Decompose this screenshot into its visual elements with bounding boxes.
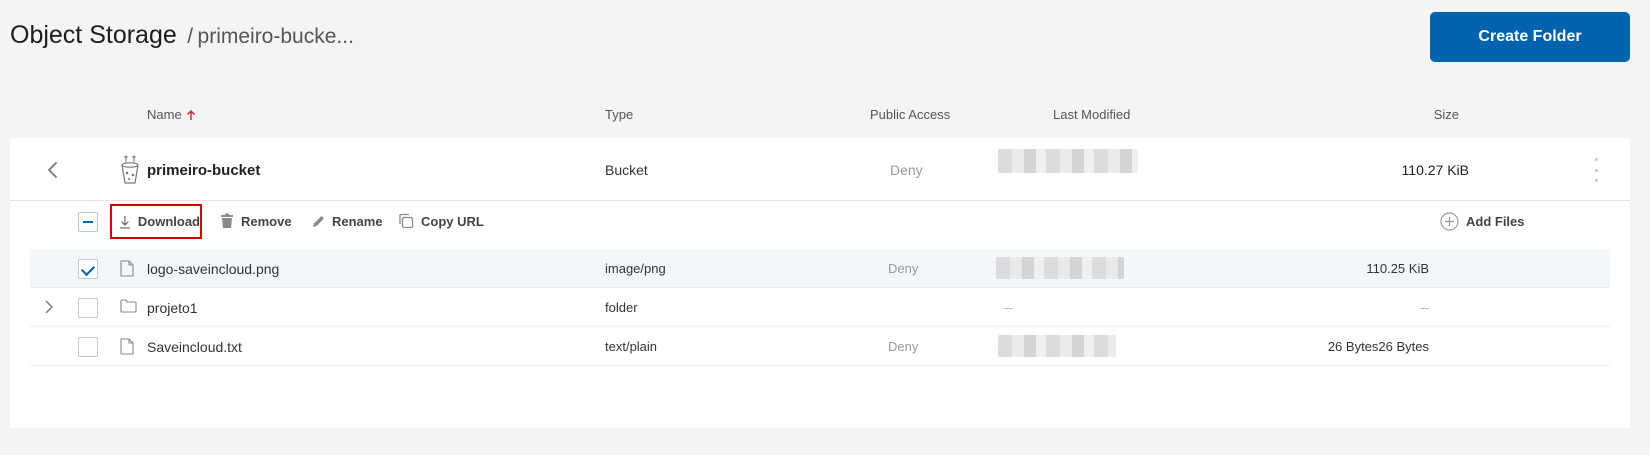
breadcrumb-current: primeiro-bucke... bbox=[197, 25, 354, 48]
row-checkbox[interactable] bbox=[78, 298, 98, 318]
select-all-checkbox[interactable] bbox=[78, 212, 98, 232]
bucket-public-access: Deny bbox=[890, 162, 923, 178]
breadcrumb-separator: / bbox=[187, 25, 194, 48]
column-header-name[interactable]: Name bbox=[147, 107, 196, 122]
bucket-size: 110.27 KiB bbox=[1401, 162, 1469, 178]
bucket-type: Bucket bbox=[605, 162, 648, 178]
add-files-label: Add Files bbox=[1466, 213, 1525, 229]
chevron-left-icon[interactable] bbox=[43, 160, 63, 180]
create-folder-button[interactable]: Create Folder bbox=[1430, 12, 1630, 62]
bucket-last-modified-redacted bbox=[998, 149, 1138, 173]
download-button[interactable]: Download bbox=[110, 204, 202, 239]
file-name[interactable]: Saveincloud.txt bbox=[147, 339, 242, 355]
bucket-panel: primeiro-bucket Bucket Deny 110.27 KiB D… bbox=[10, 138, 1630, 428]
column-header-size[interactable]: Size bbox=[1425, 107, 1459, 122]
file-type: folder bbox=[605, 300, 638, 315]
column-header-last-modified[interactable]: Last Modified bbox=[1053, 107, 1130, 122]
file-icon bbox=[120, 260, 134, 277]
folder-name[interactable]: projeto1 bbox=[147, 300, 198, 316]
rename-button[interactable]: Rename bbox=[312, 211, 383, 231]
trash-icon bbox=[221, 213, 233, 228]
bucket-row[interactable]: primeiro-bucket Bucket Deny 110.27 KiB bbox=[10, 138, 1630, 201]
rename-label: Rename bbox=[332, 213, 383, 229]
folder-last-modified: -- bbox=[1004, 300, 1013, 315]
file-type: text/plain bbox=[605, 339, 658, 354]
more-options-icon[interactable] bbox=[1593, 158, 1599, 182]
breadcrumb: Object Storage / primeiro-bucke... bbox=[10, 21, 354, 50]
page-header: Object Storage / primeiro-bucke... Creat… bbox=[0, 0, 1650, 80]
bucket-icon bbox=[121, 155, 139, 184]
row-checkbox[interactable] bbox=[78, 259, 98, 279]
copy-icon bbox=[399, 213, 414, 229]
remove-label: Remove bbox=[241, 213, 292, 229]
file-type: image/png bbox=[605, 261, 666, 276]
copy-url-label: Copy URL bbox=[421, 213, 484, 229]
file-public-access: Deny bbox=[888, 261, 919, 276]
file-last-modified-redacted bbox=[996, 257, 1124, 279]
column-header-name-label: Name bbox=[147, 107, 182, 122]
folder-row[interactable]: projeto1 folder -- -- bbox=[30, 288, 1610, 327]
download-icon bbox=[119, 215, 131, 229]
plus-circle-icon bbox=[1440, 211, 1459, 231]
sort-ascending-icon bbox=[186, 109, 195, 120]
remove-button[interactable]: Remove bbox=[220, 211, 292, 231]
file-public-access: Deny bbox=[888, 339, 919, 354]
file-last-modified-redacted bbox=[998, 335, 1116, 357]
column-header-type[interactable]: Type bbox=[605, 107, 633, 122]
file-row[interactable]: logo-saveincloud.png image/png Deny 110.… bbox=[30, 249, 1610, 288]
folder-size: -- bbox=[1420, 300, 1429, 315]
file-size: 26 Bytes26 Bytes bbox=[1327, 339, 1429, 354]
pencil-icon bbox=[313, 215, 324, 227]
folder-icon bbox=[120, 299, 137, 313]
page-title[interactable]: Object Storage bbox=[10, 21, 177, 49]
file-row[interactable]: Saveincloud.txt text/plain Deny 26 Bytes… bbox=[30, 327, 1610, 366]
add-files-button[interactable]: Add Files bbox=[1440, 211, 1525, 231]
download-label: Download bbox=[137, 214, 200, 229]
bucket-name[interactable]: primeiro-bucket bbox=[147, 162, 260, 179]
chevron-right-icon[interactable] bbox=[42, 300, 56, 314]
column-header-public-access[interactable]: Public Access bbox=[870, 107, 950, 122]
copy-url-button[interactable]: Copy URL bbox=[398, 211, 484, 231]
file-icon bbox=[120, 338, 134, 355]
file-size: 110.25 KiB bbox=[1366, 261, 1429, 276]
row-checkbox[interactable] bbox=[78, 337, 98, 357]
file-name[interactable]: logo-saveincloud.png bbox=[147, 261, 279, 277]
